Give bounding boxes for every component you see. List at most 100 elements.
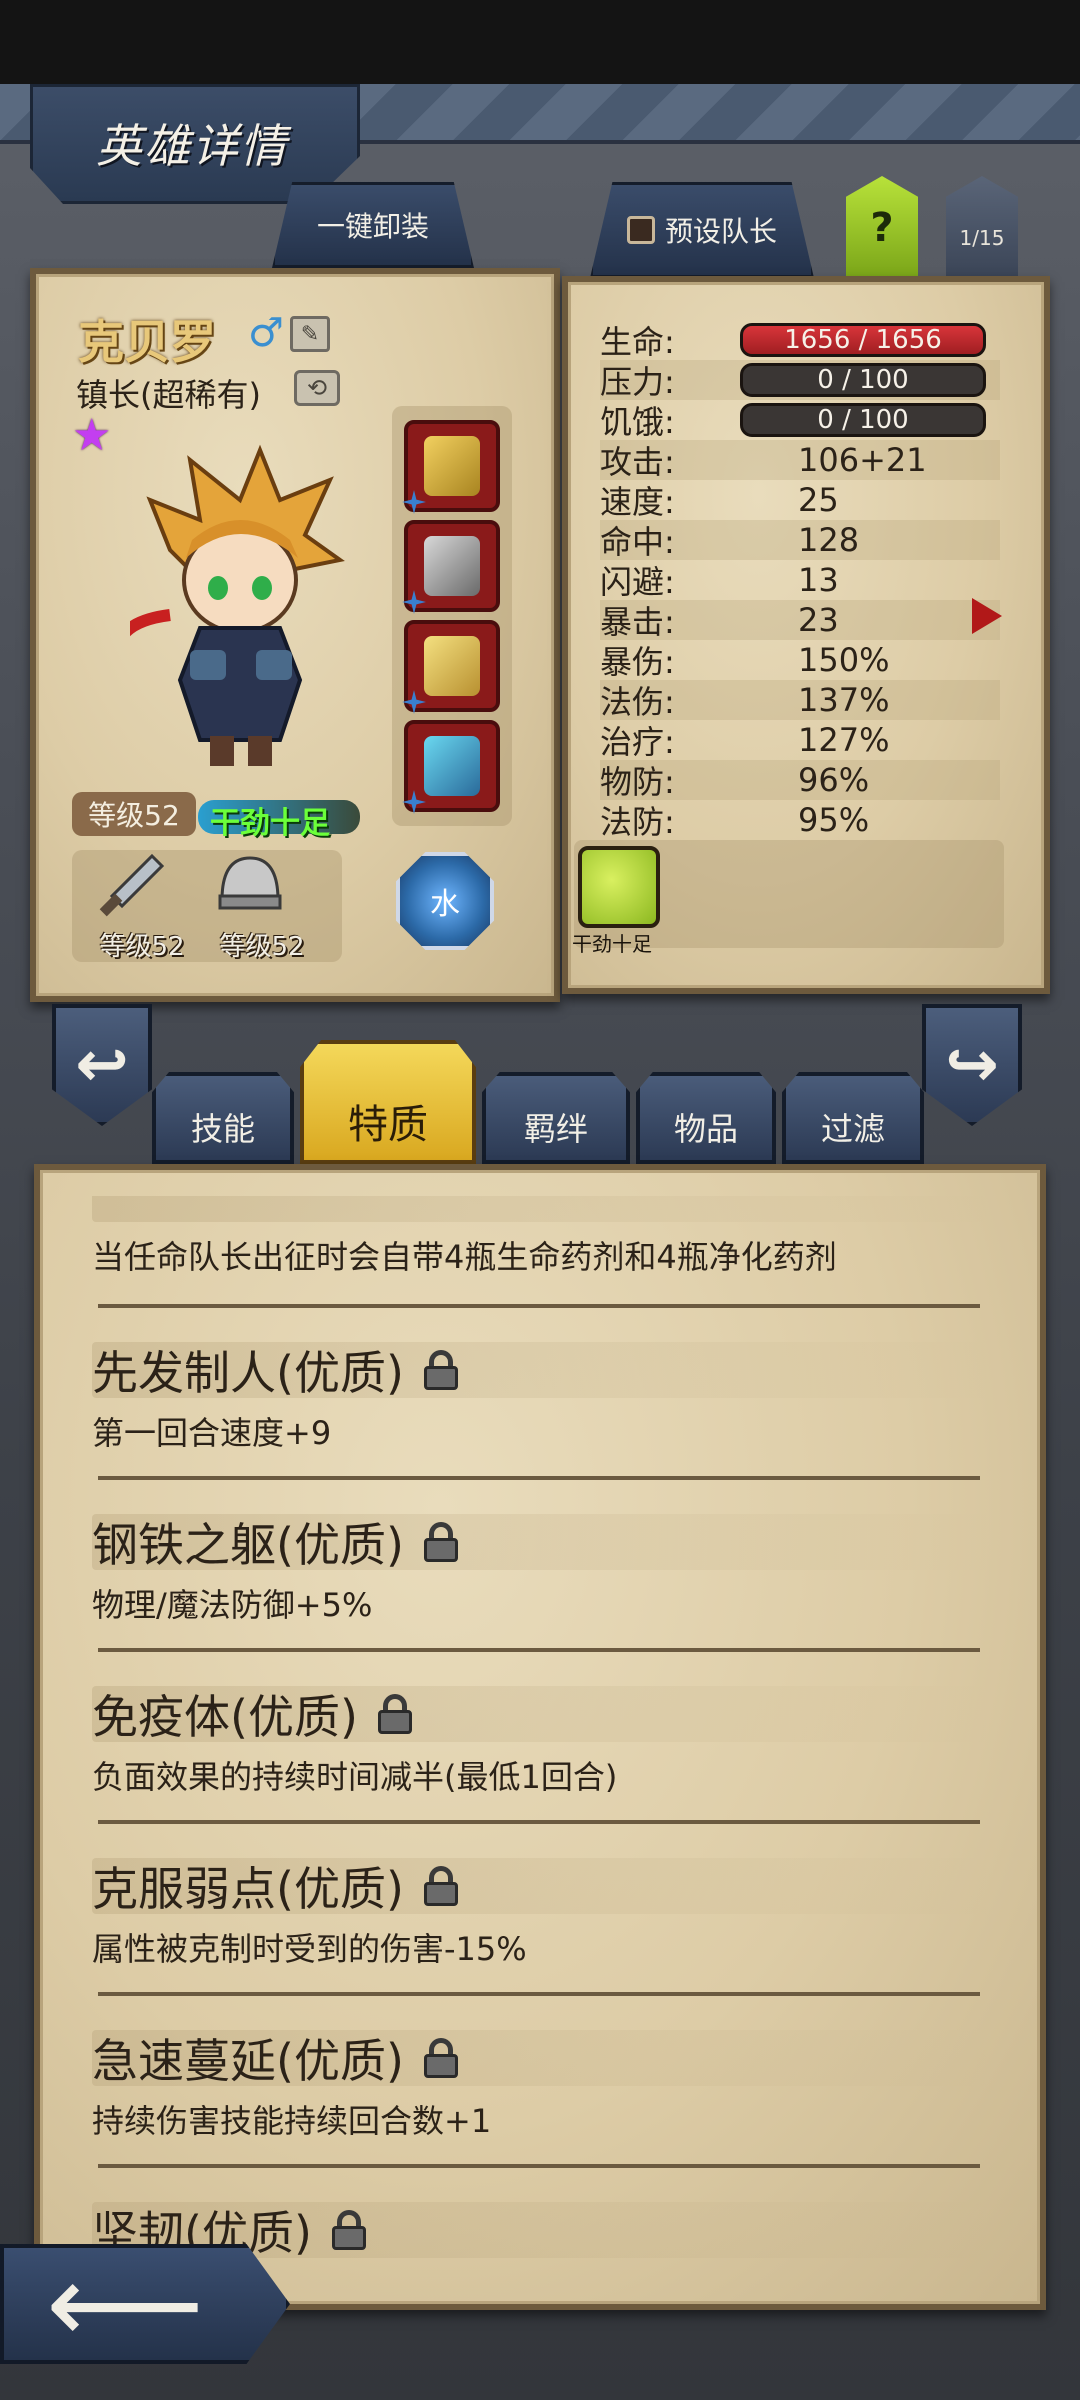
tab-filter[interactable]: 过滤 [782,1072,924,1164]
equip-slot-amulet[interactable] [402,720,500,814]
lock-icon[interactable] [423,1866,458,1906]
page-title: 英雄详情 [96,119,288,173]
stat-value: 95% [798,801,870,839]
page-counter: 1/15 [946,176,1018,280]
stat-bar: 0 / 100 [740,363,986,397]
trait-description: 当任命队长出征时会自带4瓶生命药剂和4瓶净化药剂 [92,1238,837,1276]
trait-entry: 克服弱点(优质) 属性被克制时受到的伤害-15% [92,1858,992,1970]
equip-slot-claw[interactable] [402,520,500,614]
status-tag-label: 干劲十足 [210,806,330,841]
star-badge-icon [402,790,426,814]
tab-bonds[interactable]: 羁绊 [482,1072,630,1164]
trait-description: 物理/魔法防御+5% [92,1586,373,1624]
divider [98,1992,980,1996]
male-symbol-icon: ♂ [248,310,284,356]
armor-slot[interactable]: 等级52 [212,850,312,962]
stat-value: 150% [798,641,890,679]
star-badge-icon [402,490,426,514]
preset-leader-toggle[interactable]: 预设队长 [590,182,814,278]
equip-slot-helm[interactable] [402,620,500,714]
stat-value: 23 [798,601,839,639]
stat-row: 速度: 25 [600,480,1000,521]
stat-value: 127% [798,721,890,759]
stat-row: 法防: 95% [600,800,1000,841]
stat-value: 13 [798,561,839,599]
stat-row: 闪避: 13 [600,560,1000,601]
divider [98,1476,980,1480]
lock-icon[interactable] [423,1522,458,1562]
stat-row: 暴击: 23 [600,600,1000,641]
star-badge-icon [402,690,426,714]
rename-icon[interactable]: ✎ [290,316,330,352]
trait-name: 钢铁之躯(优质) [92,1518,404,1572]
stat-bar: 1656 / 1656 [740,323,986,357]
trait-badge-label: 干劲十足 [572,932,652,956]
tome-icon [424,436,480,496]
hero-level-badge: 等级52 [72,792,196,836]
tab-items[interactable]: 物品 [636,1072,776,1164]
weapon-slot[interactable]: 等级52 [92,850,192,962]
back-arrow-icon: ⟵ [46,2240,204,2368]
tab-skills[interactable]: 技能 [152,1072,294,1164]
trait-description: 负面效果的持续时间减半(最低1回合) [92,1758,618,1796]
trait-badge-icon[interactable] [578,846,660,928]
trait-description: 属性被克制时受到的伤害-15% [92,1930,527,1968]
preset-leader-checkbox[interactable] [626,216,655,244]
divider [98,2164,980,2168]
stat-value: 96% [798,761,870,799]
gear-strip: 等级52 等级52 [72,850,342,962]
stat-value: 128 [798,521,860,559]
swap-class-icon[interactable]: ⟲ [294,370,340,406]
weapon-level: 等级52 [99,932,185,962]
equipment-column [392,406,512,826]
stat-row: 攻击: 106+21 [600,440,1000,481]
traits-list[interactable]: 当任命队长出征时会自带4瓶生命药剂和4瓶净化药剂 先发制人(优质) 第一回合速度… [62,1196,1020,2288]
hero-name: 克贝罗 [78,315,216,369]
help-button[interactable]: ? [846,176,918,280]
divider [98,1648,980,1652]
status-bar [0,0,1080,84]
armor-level: 等级52 [219,932,305,962]
stat-row: 物防: 96% [600,760,1000,801]
stat-bar: 0 / 100 [740,403,986,437]
stat-label: 法防: [600,803,675,841]
lock-icon[interactable] [377,1694,412,1734]
trait-description: 第一回合速度+9 [92,1414,332,1452]
element-badge: 水 [396,852,494,950]
trait-description: 持续伤害技能持续回合数+1 [92,2102,492,2140]
lock-icon[interactable] [423,2038,458,2078]
equip-slot-tome[interactable] [402,420,500,514]
back-button[interactable]: ⟵ [0,2244,290,2364]
divider [98,1304,980,1308]
trait-entry: 免疫体(优质) 负面效果的持续时间减半(最低1回合) [92,1686,992,1798]
stat-row: 暴伤: 150% [600,640,1000,681]
character-sprite [130,444,345,766]
trait-entry: 当任命队长出征时会自带4瓶生命药剂和4瓶净化药剂 [92,1196,992,1278]
trait-name: 免疫体(优质) [92,1690,358,1744]
lock-icon[interactable] [331,2210,366,2250]
stat-row: 治疗: 127% [600,720,1000,761]
trait-entry: 急速蔓延(优质) 持续伤害技能持续回合数+1 [92,2030,992,2142]
sword-icon [99,853,165,917]
tab-traits[interactable]: 特质 [300,1040,476,1164]
trait-entry: 钢铁之躯(优质) 物理/魔法防御+5% [92,1514,992,1626]
trait-entry: 先发制人(优质) 第一回合速度+9 [92,1342,992,1454]
claw-icon [424,536,480,596]
unequip-all-button[interactable]: 一键卸装 [272,182,474,268]
stat-value: 25 [798,481,839,519]
lock-icon[interactable] [423,1350,458,1390]
trait-name: 先发制人(优质) [92,1346,404,1400]
trait-name: 急速蔓延(优质) [92,2034,404,2088]
amulet-icon [424,736,480,796]
golden-helm-icon [424,636,480,696]
stat-row: 命中: 128 [600,520,1000,561]
stat-value: 106+21 [798,441,927,479]
preset-leader-label: 预设队长 [664,215,777,248]
divider [98,1820,980,1824]
stat-value: 137% [798,681,890,719]
helmet-icon [218,856,282,910]
star-badge-icon [402,590,426,614]
rarity-star-icon: ★ [72,410,112,461]
trait-name: 克服弱点(优质) [92,1862,404,1916]
stat-row: 法伤: 137% [600,680,1000,721]
